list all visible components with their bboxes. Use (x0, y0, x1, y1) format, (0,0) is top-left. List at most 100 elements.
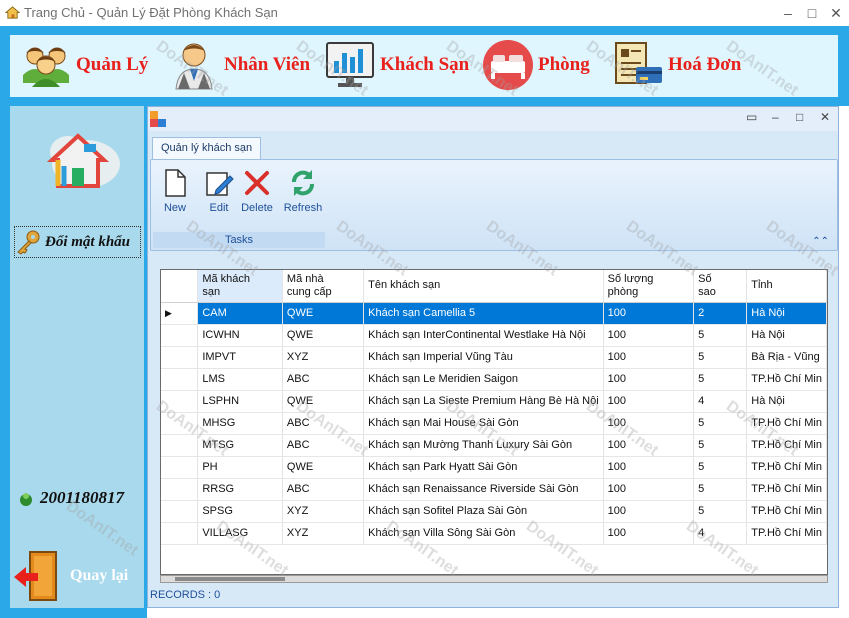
table-cell[interactable]: 2 (693, 302, 748, 325)
table-cell[interactable]: QWE (282, 390, 365, 413)
tab-quan-ly-khach-san[interactable]: Quản lý khách sạn (152, 137, 262, 159)
table-cell[interactable]: CAM (197, 302, 283, 325)
table-cell[interactable]: MHSG (197, 412, 283, 435)
collapse-ribbon-icon[interactable]: ⌃⌃ (812, 236, 829, 247)
column-header[interactable]: Mã khách sạn (197, 270, 283, 303)
table-cell[interactable]: ABC (282, 478, 365, 501)
table-cell[interactable]: Khách sạn Mường Thanh Luxury Sài Gòn (363, 434, 604, 457)
table-cell[interactable]: 4 (693, 390, 748, 413)
table-cell[interactable]: ABC (282, 434, 365, 457)
table-row[interactable]: VILLASG XYZ Khách sạn Villa Sông Sài Gòn 10… (161, 522, 827, 545)
back-button[interactable]: Quay lại (12, 550, 128, 602)
horizontal-scrollbar[interactable] (160, 575, 828, 583)
table-cell[interactable]: ABC (282, 412, 365, 435)
row-header[interactable] (161, 346, 199, 369)
table-cell[interactable]: ABC (282, 368, 365, 391)
table-cell[interactable]: Khách sạn Villa Sông Sài Gòn (363, 522, 604, 545)
table-cell[interactable]: 5 (693, 500, 748, 523)
table-cell[interactable]: Khách sạn InterContinental Westlake Hà N… (363, 324, 604, 347)
table-cell[interactable]: Khách sạn Camellia 5 (363, 302, 604, 325)
table-cell[interactable]: 5 (693, 434, 748, 457)
table-cell[interactable]: Khách sạn Renaissance Riverside Sài Gòn (363, 478, 604, 501)
table-cell[interactable]: Khách sạn Imperial Vũng Tàu (363, 346, 604, 369)
column-header[interactable]: Số lượng phòng (603, 270, 695, 303)
maximize-button[interactable]: □ (802, 3, 822, 23)
table-cell[interactable]: XYZ (282, 346, 365, 369)
table-cell[interactable]: 100 (603, 456, 695, 479)
column-header[interactable]: Tên khách sạn (363, 270, 604, 303)
table-row[interactable]: ICWHN QWE Khách sạn InterContinental Westl… (161, 324, 827, 347)
table-cell[interactable]: LMS (197, 368, 283, 391)
row-header[interactable] (161, 478, 199, 501)
table-cell[interactable]: 100 (603, 368, 695, 391)
table-cell[interactable]: Hà Nội (746, 302, 827, 325)
table-cell[interactable]: Khách sạn La Sieste Premium Hàng Bè Hà N… (363, 390, 604, 413)
row-header[interactable] (161, 500, 199, 523)
row-header[interactable]: ▶ (161, 302, 199, 325)
row-header[interactable] (161, 434, 199, 457)
table-cell[interactable]: SPSG (197, 500, 283, 523)
table-cell[interactable]: TP.Hồ Chí Min (746, 434, 827, 457)
close-button[interactable]: ✕ (826, 3, 846, 23)
table-cell[interactable]: 5 (693, 412, 748, 435)
table-cell[interactable]: Khách sạn Mai House Sài Gòn (363, 412, 604, 435)
table-cell[interactable]: Khách sạn Park Hyatt Sài Gòn (363, 456, 604, 479)
table-cell[interactable]: Bà Rịa - Vũng (746, 346, 827, 369)
table-cell[interactable]: XYZ (282, 522, 365, 545)
nav-item-phong[interactable]: Phòng (482, 39, 590, 91)
child-minimize-button[interactable]: – (772, 110, 779, 124)
table-cell[interactable]: 100 (603, 522, 695, 545)
table-row[interactable]: MHSG ABC Khách sạn Mai House Sài Gòn 100 5 TP… (161, 412, 827, 435)
table-cell[interactable]: TP.Hồ Chí Min (746, 456, 827, 479)
row-header[interactable] (161, 324, 199, 347)
table-cell[interactable]: XYZ (282, 500, 365, 523)
table-cell[interactable]: IMPVT (197, 346, 283, 369)
new-button[interactable]: New (153, 168, 197, 218)
table-cell[interactable]: ICWHN (197, 324, 283, 347)
table-cell[interactable]: 100 (603, 390, 695, 413)
column-header[interactable]: Số sao (693, 270, 748, 303)
table-cell[interactable]: 100 (603, 500, 695, 523)
table-cell[interactable]: 100 (603, 478, 695, 501)
table-row[interactable]: MTSG ABC Khách sạn Mường Thanh Luxury Sài … (161, 434, 827, 457)
minimize-button[interactable]: – (778, 3, 798, 23)
row-header[interactable] (161, 456, 199, 479)
table-cell[interactable]: TP.Hồ Chí Min (746, 478, 827, 501)
nav-item-nhan-vien[interactable]: Nhân Viên (168, 39, 310, 91)
nav-item-hoa-don[interactable]: Hoá Đơn (612, 39, 741, 91)
refresh-button[interactable]: Refresh (281, 168, 325, 218)
table-cell[interactable]: QWE (282, 456, 365, 479)
table-cell[interactable]: Khách sạn Sofitel Plaza Sài Gòn (363, 500, 604, 523)
table-cell[interactable]: Hà Nội (746, 390, 827, 413)
row-header[interactable] (161, 412, 199, 435)
child-maximize-button[interactable]: □ (796, 110, 803, 124)
table-row[interactable]: SPSG XYZ Khách sạn Sofitel Plaza Sài Gòn 10… (161, 500, 827, 523)
table-cell[interactable]: Khách sạn Le Meridien Saigon (363, 368, 604, 391)
row-header[interactable] (161, 368, 199, 391)
table-cell[interactable]: QWE (282, 302, 365, 325)
table-cell[interactable]: 100 (603, 434, 695, 457)
table-row[interactable]: ▶ CAM QWE Khách sạn Camellia 5 100 2 Hà Nội (161, 302, 827, 325)
table-cell[interactable]: TP.Hồ Chí Min (746, 500, 827, 523)
table-cell[interactable]: 5 (693, 346, 748, 369)
table-cell[interactable]: TP.Hồ Chí Min (746, 368, 827, 391)
table-cell[interactable]: TP.Hồ Chí Min (746, 522, 827, 545)
table-row[interactable]: IMPVT XYZ Khách sạn Imperial Vũng Tàu 100 5 B… (161, 346, 827, 369)
table-row[interactable]: LSPHN QWE Khách sạn La Sieste Premium Hàng… (161, 390, 827, 413)
delete-button[interactable]: Delete (235, 168, 279, 218)
table-row[interactable]: LMS ABC Khách sạn Le Meridien Saigon 100 5 TP… (161, 368, 827, 391)
row-header[interactable] (161, 522, 199, 545)
child-restore-button[interactable]: ▭ (746, 110, 757, 124)
table-cell[interactable]: 5 (693, 456, 748, 479)
table-cell[interactable]: 5 (693, 324, 748, 347)
table-cell[interactable]: QWE (282, 324, 365, 347)
nav-item-khach-san[interactable]: Khách Sạn (324, 39, 469, 91)
column-header[interactable]: Mã nhà cung cấp (282, 270, 365, 303)
table-cell[interactable]: LSPHN (197, 390, 283, 413)
table-cell[interactable]: PH (197, 456, 283, 479)
hotel-grid[interactable]: Mã khách sạn Mã nhà cung cấp Tên khách sạn Số… (160, 269, 828, 575)
table-cell[interactable]: MTSG (197, 434, 283, 457)
nav-item-quan-ly[interactable]: Quản Lý (20, 39, 148, 91)
table-cell[interactable]: 100 (603, 346, 695, 369)
table-cell[interactable]: RRSG (197, 478, 283, 501)
